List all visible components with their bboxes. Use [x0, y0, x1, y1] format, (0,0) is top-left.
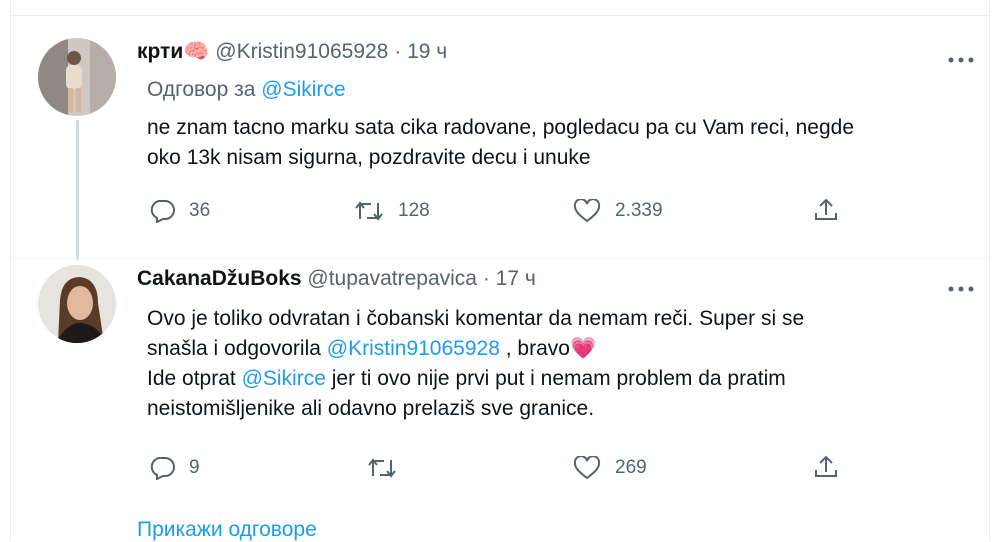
tweet-header: CakanaDžuBoks @tupavatrepavica · 17 ч: [137, 267, 536, 291]
timeline: крти🧠 @Kristin91065928 · 19 ч Одговор за…: [10, 0, 990, 542]
avatar[interactable]: [38, 265, 116, 343]
reply-button[interactable]: 36: [149, 199, 210, 223]
share-icon: [815, 455, 837, 477]
tweet-kristin[interactable]: крти🧠 @Kristin91065928 · 19 ч Одговор за…: [11, 16, 989, 261]
text-line: oko 13k nisam sigurna, pozdravite decu i…: [147, 146, 591, 169]
like-button[interactable]: 269: [573, 456, 647, 480]
reply-count: 9: [189, 457, 200, 478]
display-name[interactable]: CakanaDžuBoks: [137, 267, 302, 290]
text-line: neistomišljenike ali odavno prelaziš sve…: [147, 397, 595, 420]
handle[interactable]: @tupavatrepavica: [307, 267, 477, 290]
text-line: Ovo je toliko odvratan i čobanski koment…: [147, 307, 805, 330]
mention-link[interactable]: @Kristin91065928: [327, 337, 500, 360]
like-count: 269: [615, 457, 647, 478]
text-line: Ide otprat @Sikirce jer ti ovo nije prvi…: [147, 364, 987, 394]
text-segment: , bravo: [499, 337, 570, 360]
like-button[interactable]: 2.339: [573, 199, 663, 223]
retweet-count: 128: [398, 200, 430, 221]
mention-link[interactable]: @Sikirce: [242, 367, 326, 390]
retweet-icon: [355, 201, 383, 221]
text-line: snašla i odgovorila @Kristin91065928 , b…: [147, 334, 987, 364]
handle[interactable]: @Kristin91065928: [215, 40, 388, 63]
reply-icon: [150, 457, 175, 480]
avatar[interactable]: [38, 38, 116, 116]
separator: ·: [394, 40, 402, 63]
share-button[interactable]: [813, 197, 839, 223]
like-icon: [573, 199, 601, 223]
reply-context: Одговор за @Sikirce: [147, 78, 346, 102]
retweet-button[interactable]: 128: [354, 199, 430, 223]
text-line: ne znam tacno marku sata cika radovane, …: [147, 116, 855, 139]
display-name[interactable]: крти: [137, 40, 183, 63]
tweet-cakana[interactable]: CakanaDžuBoks @tupavatrepavica · 17 ч Ov…: [11, 259, 989, 509]
thread-connector: [76, 120, 79, 260]
tweet-header: крти🧠 @Kristin91065928 · 19 ч: [137, 40, 447, 64]
tweet-text: Ovo je toliko odvratan i čobanski koment…: [147, 304, 987, 424]
text-segment: jer ti ovo nije prvi put i nemam problem…: [325, 367, 786, 390]
like-count: 2.339: [615, 200, 663, 221]
timestamp[interactable]: 19 ч: [407, 40, 447, 63]
tweet-text: ne znam tacno marku sata cika radovane, …: [147, 113, 987, 173]
show-replies-link[interactable]: Прикажи одговоре: [137, 518, 317, 542]
more-icon[interactable]: [947, 52, 975, 64]
share-button[interactable]: [813, 454, 839, 480]
retweet-icon: [368, 458, 396, 478]
timestamp[interactable]: 17 ч: [496, 267, 536, 290]
reply-mention[interactable]: @Sikirce: [261, 78, 345, 101]
retweet-button[interactable]: [367, 456, 411, 480]
reply-count: 36: [189, 200, 211, 221]
separator: ·: [482, 267, 490, 290]
more-icon[interactable]: [947, 281, 975, 293]
heart-emoji: 💗: [569, 337, 597, 360]
reply-button[interactable]: 9: [149, 456, 200, 480]
text-segment: snašla i odgovorila: [147, 337, 327, 360]
reply-icon: [150, 200, 175, 223]
text-segment: Ide otprat: [147, 367, 242, 390]
brain-emoji: 🧠: [183, 40, 210, 63]
reply-prefix: Одговор за: [147, 78, 256, 101]
share-icon: [815, 198, 837, 220]
like-icon: [573, 456, 601, 480]
